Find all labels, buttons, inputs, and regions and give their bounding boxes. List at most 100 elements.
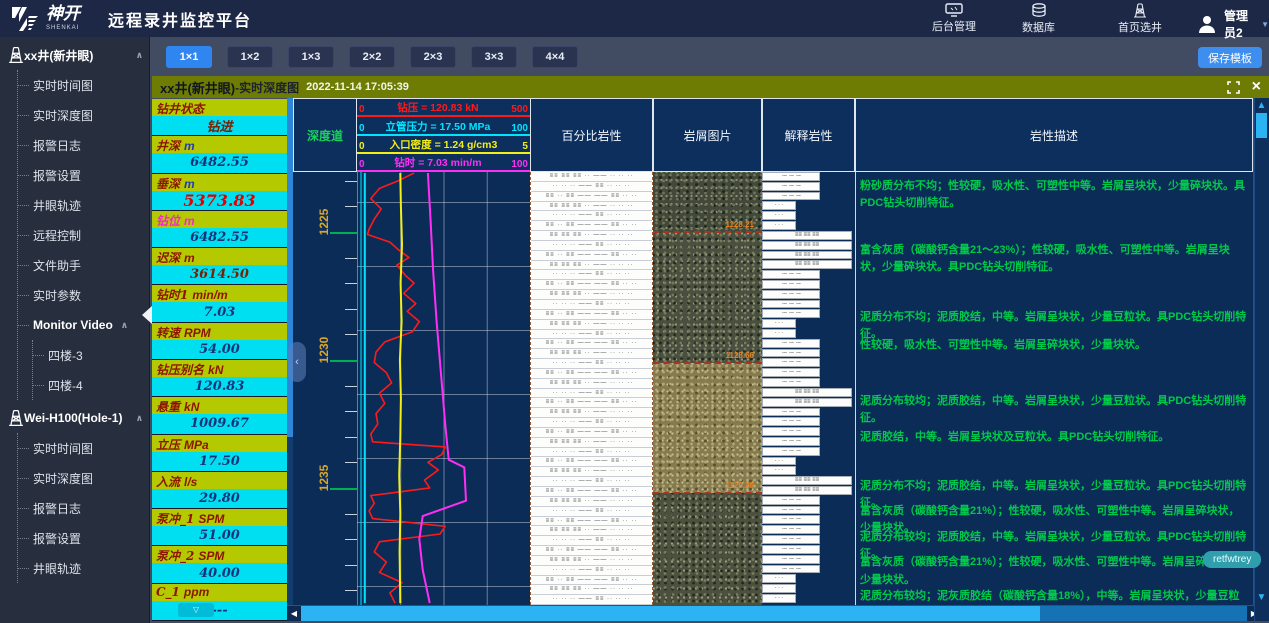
scroll-up-icon[interactable]: ▲	[1255, 99, 1268, 112]
sidebar-item-0-5[interactable]: 远程控制	[18, 220, 149, 250]
parameter-row: 垂深m5373.83	[152, 174, 287, 211]
lithology-row: ≡≡ ≡≡ ≡≡ ·· —— ·· ·· ··	[531, 408, 652, 418]
sidebar-item-0-2[interactable]: 报警日志	[18, 130, 149, 160]
parameter-row: 迟深m3614.50	[152, 248, 287, 285]
sidebar-subitem-0[interactable]: 四楼-3	[33, 340, 149, 370]
sidebar-item-1-1[interactable]: 实时深度图	[18, 463, 149, 493]
sidebar-item-0-8[interactable]: Monitor Video∧	[18, 310, 149, 340]
save-template-button[interactable]: 保存模板	[1198, 47, 1262, 68]
parameter-label: 入流l/s	[152, 472, 287, 489]
lithology-row: ≡≡ ≡≡ ≡≡ ·· —— ·· ·· ··	[531, 349, 652, 359]
well-label: Wei-H100(Hole-1)	[24, 411, 122, 425]
lithology-row: ≡≡ ·· ≡≡ —— —— ≡≡ ·· ··	[531, 517, 652, 527]
curve-name-value: 入口密度 = 1.24 g/cm3	[390, 137, 498, 152]
sidebar-item-1-4[interactable]: 井眼轨迹	[18, 553, 149, 583]
database-icon	[1031, 3, 1047, 18]
sidebar-item-1-3[interactable]: 报警设置	[18, 523, 149, 553]
depth-tick	[345, 539, 357, 540]
track-header-1: 岩屑图片	[653, 98, 762, 172]
app-title: 远程录井监控平台	[108, 7, 252, 31]
lithology-row: ·· ·· ·· —— ≡≡ ·· ·· ··	[531, 330, 652, 340]
curve-legend-2[interactable]: 0入口密度 = 1.24 g/cm35	[357, 136, 530, 154]
interp-lithology-box: ·– ·– ·–	[762, 545, 820, 554]
sidebar-item-1-2[interactable]: 报警日志	[18, 493, 149, 523]
well-children: 实时时间图实时深度图报警日志报警设置井眼轨迹	[17, 433, 149, 583]
nav-admin[interactable]: 后台管理	[932, 3, 976, 34]
sidebar-item-0-3[interactable]: 报警设置	[18, 160, 149, 190]
depth-tick	[345, 334, 357, 335]
interp-lithology-box: ·– ·– ·–	[762, 300, 820, 309]
dropdown-chevron-icon[interactable]: ▽	[178, 603, 214, 617]
chart-collapse-tab[interactable]: ‹	[288, 342, 306, 382]
photo-depth-label: 1128.66	[726, 351, 754, 360]
curve-max: 5	[522, 141, 528, 152]
curve-legend-0[interactable]: 0钻压 = 120.83 kN500	[357, 99, 530, 117]
depth-label: 1230	[317, 333, 331, 367]
depth-tick	[345, 386, 357, 387]
vertical-scrollbar[interactable]	[1254, 98, 1269, 621]
derrick-icon	[1133, 3, 1147, 18]
curve-legend-1[interactable]: 0立管压力 = 17.50 MPa100	[357, 117, 530, 135]
sidebar-collapse-handle[interactable]	[142, 306, 152, 324]
sidebar-item-0-4[interactable]: 井眼轨迹	[18, 190, 149, 220]
nav-database[interactable]: 数据库	[1022, 3, 1055, 35]
depth-tick	[345, 411, 357, 412]
curve-legend-3[interactable]: 0钻时 = 7.03 min/m100	[357, 154, 530, 172]
sidebar-well-1[interactable]: Wei-H100(Hole-1)∧	[0, 400, 149, 433]
sidebar-item-1-0[interactable]: 实时时间图	[18, 433, 149, 463]
depth-tick	[345, 437, 357, 438]
panel-view-name: -实时深度图	[235, 79, 299, 96]
scroll-left-icon[interactable]: ◀	[287, 606, 301, 621]
curve-min: 0	[359, 104, 365, 115]
sidebar-item-0-0[interactable]: 实时时间图	[18, 70, 149, 100]
user-name: 管理员2	[1224, 7, 1256, 41]
shenkai-logo-icon	[10, 6, 40, 32]
lithology-row: ·· ·· ·· —— ≡≡ ·· ·· ··	[531, 389, 652, 399]
lithology-description: 泥质胶结，中等。岩屑呈块状及豆粒状。具PDC钻头切削特征。	[860, 429, 1250, 446]
layout-button-4x4[interactable]: 4×4	[532, 46, 578, 68]
curve-min: 0	[359, 159, 365, 170]
layout-button-3x3[interactable]: 3×3	[471, 46, 517, 68]
interp-lithology-box: ·– ·– ·–	[762, 349, 820, 358]
sidebar-item-0-6[interactable]: 文件助手	[18, 250, 149, 280]
cuttings-photo-zone	[653, 493, 762, 605]
layout-button-2x2[interactable]: 2×2	[349, 46, 395, 68]
derrick-icon	[8, 409, 24, 427]
sidebar-item-0-1[interactable]: 实时深度图	[18, 100, 149, 130]
annotation-tag: retfwtrey	[1203, 551, 1261, 568]
layout-button-1x1[interactable]: 1×1	[166, 46, 212, 68]
sidebar-subitem-1[interactable]: 四楼-4	[33, 370, 149, 400]
horizontal-scroll-thumb[interactable]	[301, 606, 1040, 621]
interp-lithology-box: ·– ·– ·–	[762, 565, 820, 574]
parameter-unit: m	[184, 139, 195, 153]
nav-well-select[interactable]: 首页选井	[1118, 3, 1162, 35]
interp-lithology-box: · · ·	[762, 574, 796, 583]
interp-lithology-box: ·– ·– ·–	[762, 555, 820, 564]
parameter-value: 54.00	[152, 340, 287, 359]
layout-button-2x3[interactable]: 2×3	[410, 46, 456, 68]
sidebar-well-0[interactable]: xx井(新井眼)∧	[0, 37, 149, 70]
lithology-description-track: 粉砂质分布不均；性较硬，吸水性、可塑性中等。岩屑呈块状，少量碎块状。具PDC钻头…	[855, 172, 1253, 605]
curve-max: 100	[511, 159, 528, 170]
interp-lithology-box: ·– ·– ·–	[762, 339, 820, 348]
parameter-row: 转速RPM54.00	[152, 323, 287, 360]
user-menu[interactable]: 管理员2 ▼	[1196, 7, 1269, 41]
lithology-row: ≡≡ ·· ≡≡ —— —— ≡≡ ·· ··	[531, 576, 652, 586]
vertical-scroll-thumb[interactable]	[1256, 113, 1267, 138]
depth-tick	[345, 181, 357, 182]
depth-track-header: 深度道	[293, 98, 357, 172]
lithology-row: ≡≡ ·· ≡≡ —— —— ≡≡ ·· ··	[531, 221, 652, 231]
interp-lithology-box: ≡≡ ≡≡ ≡≡	[762, 251, 852, 260]
layout-button-1x2[interactable]: 1×2	[227, 46, 273, 68]
lithology-description: 粉砂质分布不均；性较硬，吸水性、可塑性中等。岩屑呈块状，少量碎块状。具PDC钻头…	[860, 178, 1250, 212]
caret-down-icon: ▼	[1261, 20, 1269, 29]
sidebar-item-0-7[interactable]: 实时参数	[18, 280, 149, 310]
scroll-down-icon[interactable]: ▼	[1255, 591, 1268, 604]
close-icon[interactable]: ×	[1252, 78, 1261, 96]
expand-icon[interactable]	[1227, 81, 1240, 94]
depth-tick	[345, 258, 357, 259]
depth-tick	[345, 565, 357, 566]
parameter-label: 钻压别名kN	[152, 360, 287, 377]
lithology-row: ≡≡ ·· ≡≡ —— —— ≡≡ ·· ··	[531, 546, 652, 556]
layout-button-1x3[interactable]: 1×3	[288, 46, 334, 68]
